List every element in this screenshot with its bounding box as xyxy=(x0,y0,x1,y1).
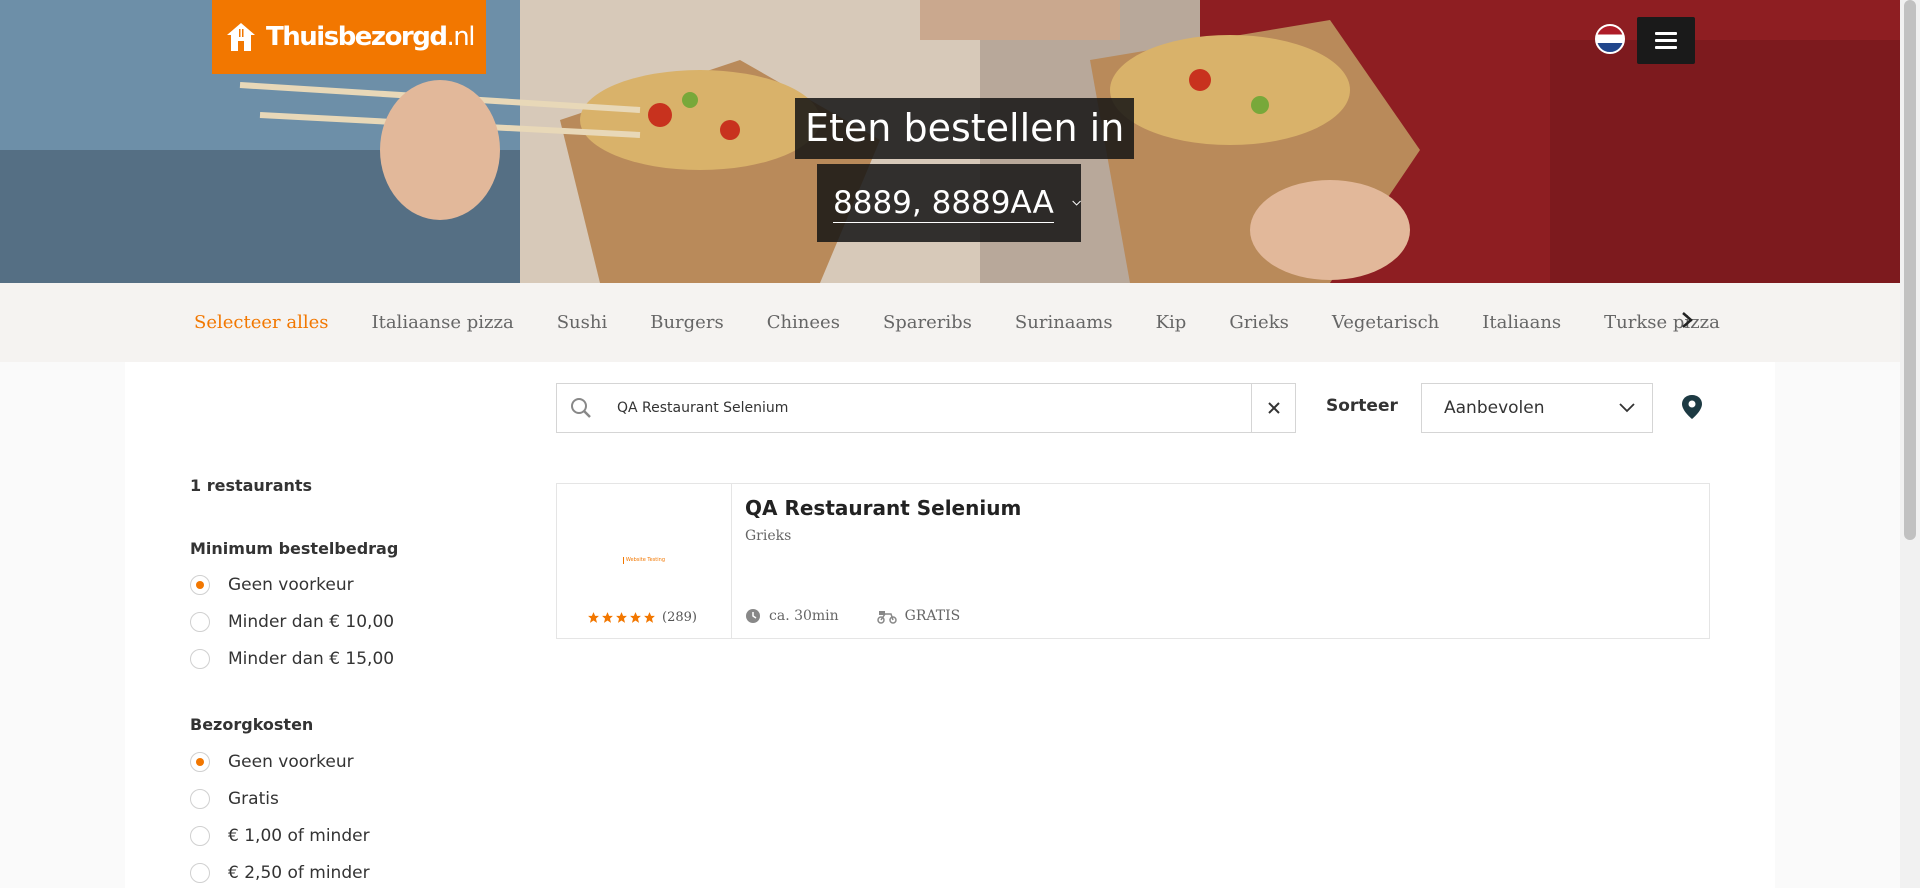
rating-stars xyxy=(587,611,656,624)
radio-button[interactable] xyxy=(190,789,210,809)
star-icon xyxy=(588,612,599,623)
address-selector[interactable]: 8889, 8889AA xyxy=(817,164,1081,242)
hero-banner: Thuisbezorgd.nl Eten bestellen in 8889, … xyxy=(0,0,1900,283)
page-scrollbar[interactable] xyxy=(1900,0,1920,888)
hero-title: Eten bestellen in xyxy=(795,98,1135,159)
restaurant-logo-panel: Website Testing (289) xyxy=(557,484,732,638)
delivery-cost: GRATIS xyxy=(904,608,961,624)
radio-label: € 2,50 of minder xyxy=(228,863,370,883)
radio-min-order-10[interactable]: Minder dan € 10,00 xyxy=(190,612,394,632)
radio-delivery-free[interactable]: Gratis xyxy=(190,789,279,809)
sort-selected-value: Aanbevolen xyxy=(1444,398,1545,418)
results-count: 1 restaurants xyxy=(190,476,313,495)
radio-button[interactable] xyxy=(190,863,210,883)
radio-button[interactable] xyxy=(190,612,210,632)
category-vegetarisch[interactable]: Vegetarisch xyxy=(1332,312,1439,333)
search-icon xyxy=(571,398,591,418)
search-box xyxy=(556,383,1296,433)
filter-title-delivery-cost: Bezorgkosten xyxy=(190,715,314,734)
radio-label: Minder dan € 10,00 xyxy=(228,612,395,632)
restaurant-logo: Website Testing xyxy=(623,556,665,564)
scrollbar-thumb[interactable] xyxy=(1904,0,1916,540)
radio-button[interactable] xyxy=(190,752,210,772)
category-sushi[interactable]: Sushi xyxy=(557,312,608,333)
address-value[interactable]: 8889, 8889AA xyxy=(833,184,1054,223)
category-chinees[interactable]: Chinees xyxy=(767,312,840,333)
delivery-time: ca. 30min xyxy=(769,608,839,624)
category-spareribs[interactable]: Spareribs xyxy=(883,312,972,333)
star-icon xyxy=(602,612,613,623)
chevron-right-icon xyxy=(1682,312,1693,328)
category-italiaans[interactable]: Italiaans xyxy=(1482,312,1561,333)
radio-label: Geen voorkeur xyxy=(228,575,354,595)
chevron-down-icon[interactable] xyxy=(1072,193,1081,213)
radio-label: Geen voorkeur xyxy=(228,752,354,772)
radio-min-order-none[interactable]: Geen voorkeur xyxy=(190,575,354,595)
category-select-all[interactable]: Selecteer alles xyxy=(194,312,328,333)
radio-label: Minder dan € 15,00 xyxy=(228,649,395,669)
radio-delivery-2-50[interactable]: € 2,50 of minder xyxy=(190,863,370,883)
search-input[interactable] xyxy=(617,384,1217,432)
filter-title-min-order: Minimum bestelbedrag xyxy=(190,539,399,558)
radio-label: Gratis xyxy=(228,789,279,809)
category-surinaams[interactable]: Surinaams xyxy=(1015,312,1113,333)
brand-logo[interactable]: Thuisbezorgd.nl xyxy=(212,0,486,74)
rating-count: (289) xyxy=(662,610,697,625)
brand-name: Thuisbezorgd.nl xyxy=(266,22,475,52)
chevron-down-icon xyxy=(1619,403,1635,413)
rating: (289) xyxy=(587,610,697,625)
category-grieks[interactable]: Grieks xyxy=(1229,312,1289,333)
category-next-button[interactable] xyxy=(1672,305,1702,335)
nl-flag-icon[interactable] xyxy=(1595,24,1625,54)
radio-min-order-15[interactable]: Minder dan € 15,00 xyxy=(190,649,394,669)
radio-button[interactable] xyxy=(190,649,210,669)
location-pin-icon[interactable] xyxy=(1680,394,1704,420)
category-burgers[interactable]: Burgers xyxy=(650,312,723,333)
star-icon xyxy=(630,612,641,623)
radio-button[interactable] xyxy=(190,826,210,846)
sort-select[interactable]: Aanbevolen xyxy=(1421,383,1653,433)
restaurant-meta: ca. 30min GRATIS xyxy=(745,608,960,624)
category-kip[interactable]: Kip xyxy=(1156,312,1187,333)
close-icon xyxy=(1267,402,1280,414)
category-bar: Selecteer alles Italiaanse pizza Sushi B… xyxy=(0,283,1900,362)
restaurant-cuisine: Grieks xyxy=(745,528,792,544)
radio-label: € 1,00 of minder xyxy=(228,826,370,846)
clock-icon xyxy=(746,609,760,623)
clear-search-button[interactable] xyxy=(1251,384,1295,432)
sort-label: Sorteer xyxy=(1326,396,1398,416)
hamburger-icon xyxy=(1655,32,1677,35)
scooter-icon xyxy=(876,611,897,624)
category-italiaanse-pizza[interactable]: Italiaanse pizza xyxy=(371,312,513,333)
restaurant-card[interactable]: Website Testing (289) QA Restaurant Sele… xyxy=(556,483,1710,639)
category-turkse-pizza[interactable]: Turkse pizza xyxy=(1604,312,1720,333)
radio-delivery-1[interactable]: € 1,00 of minder xyxy=(190,826,370,846)
star-icon xyxy=(644,612,655,623)
house-fork-icon xyxy=(227,23,256,51)
star-icon xyxy=(616,612,627,623)
restaurant-name[interactable]: QA Restaurant Selenium xyxy=(745,496,1021,520)
menu-button[interactable] xyxy=(1637,17,1695,64)
radio-delivery-none[interactable]: Geen voorkeur xyxy=(190,752,354,772)
radio-button[interactable] xyxy=(190,575,210,595)
